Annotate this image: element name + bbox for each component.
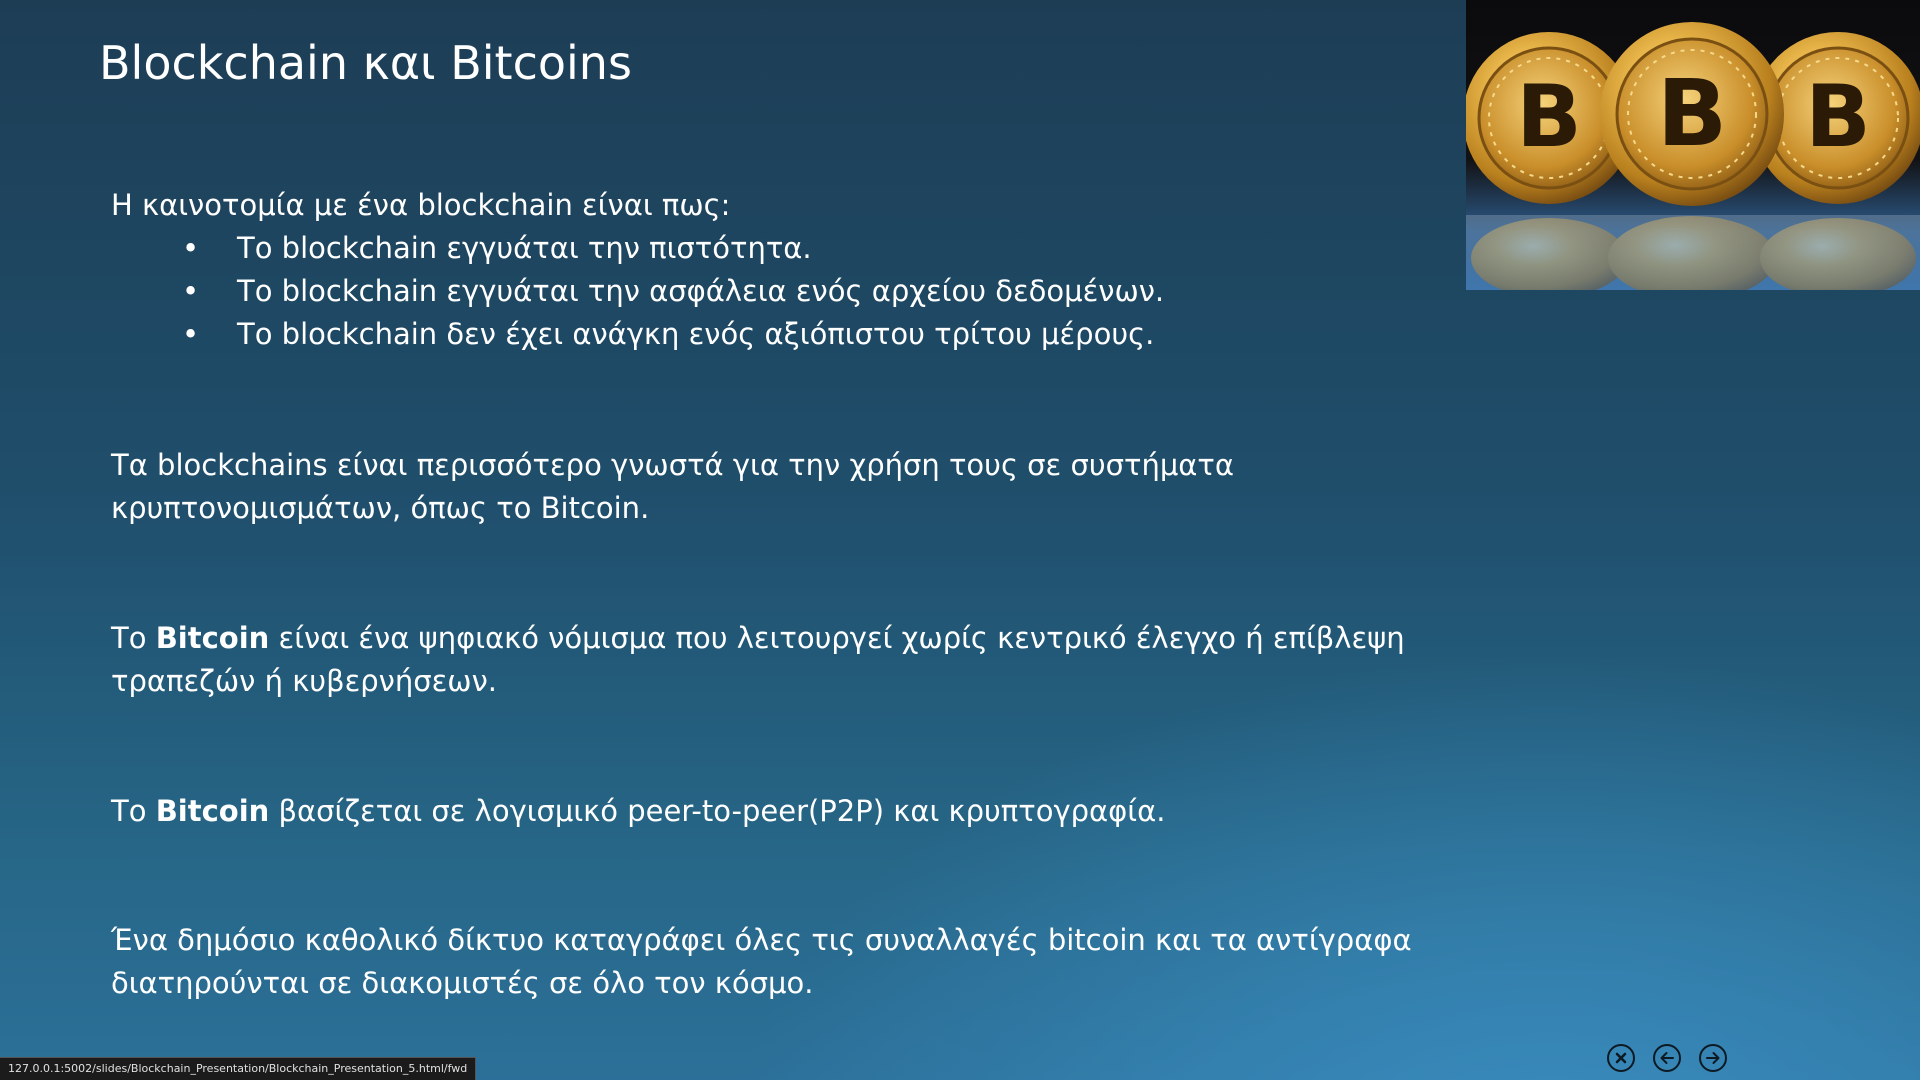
bullet-list: • Το blockchain εγγυάται την πιστότητα. •… xyxy=(111,227,1441,356)
bitcoin-bold: Bitcoin xyxy=(155,794,270,828)
text-suffix: είναι ένα ψηφιακό νόμισμα που λειτουργεί… xyxy=(111,621,1405,698)
coin-letter: B xyxy=(1516,67,1582,167)
arrow-left-circle-icon[interactable] xyxy=(1653,1044,1681,1072)
bitcoin-coins-illustration: B B B xyxy=(1466,22,1920,290)
bullet-dot: • xyxy=(182,231,200,265)
browser-status-bar-url: 127.0.0.1:5002/slides/Blockchain_Present… xyxy=(0,1057,477,1080)
list-item: • Το blockchain δεν έχει ανάγκη ενός αξιό… xyxy=(182,313,1441,356)
paragraph-bitcoin-p2p: Το Bitcoin βασίζεται σε λογισμικό peer-t… xyxy=(111,790,1441,833)
paragraph-blockchains-crypto: Τα blockchains είναι περισσότερο γνωστά … xyxy=(111,448,1234,525)
text-suffix: βασίζεται σε λογισμικό peer-to-peer(P2P)… xyxy=(269,794,1166,828)
slide-navigation xyxy=(1607,1044,1727,1072)
close-circle-icon[interactable] xyxy=(1607,1044,1635,1072)
slide-content: Η καινοτομία με ένα blockchain είναι πως… xyxy=(111,184,1441,1000)
list-item: • Το blockchain εγγυάται την πιστότητα. xyxy=(182,227,1441,270)
list-item: • Το blockchain εγγυάται την ασφάλεια ενό… xyxy=(182,270,1441,313)
text-prefix: Το xyxy=(111,794,156,828)
bitcoin-coins-image: B B B xyxy=(1466,0,1920,290)
bullet-text: Το blockchain δεν έχει ανάγκη ενός αξιόπ… xyxy=(237,317,1155,351)
arrow-right-circle-icon[interactable] xyxy=(1699,1044,1727,1072)
bullet-dot: • xyxy=(182,317,200,351)
bullet-text: Το blockchain εγγυάται την πιστότητα. xyxy=(237,231,812,265)
coin-letter: B xyxy=(1805,67,1871,167)
intro-text: Η καινοτομία με ένα blockchain είναι πως… xyxy=(111,188,731,222)
paragraph-public-ledger: Ένα δημόσιο καθολικό δίκτυο καταγράφει ό… xyxy=(111,923,1412,1000)
bullet-text: Το blockchain εγγυάται την ασφάλεια ενός… xyxy=(237,274,1165,308)
slide-title: Blockchain και Bitcoins xyxy=(99,36,632,90)
bitcoin-bold: Bitcoin xyxy=(155,621,270,655)
coin-center: B xyxy=(1600,22,1784,206)
paragraph-bitcoin-definition: Το Bitcoin είναι ένα ψηφιακό νόμισμα που… xyxy=(111,617,1441,703)
coin-letter: B xyxy=(1657,60,1727,167)
text-prefix: Το xyxy=(111,621,156,655)
bullet-dot: • xyxy=(182,274,200,308)
